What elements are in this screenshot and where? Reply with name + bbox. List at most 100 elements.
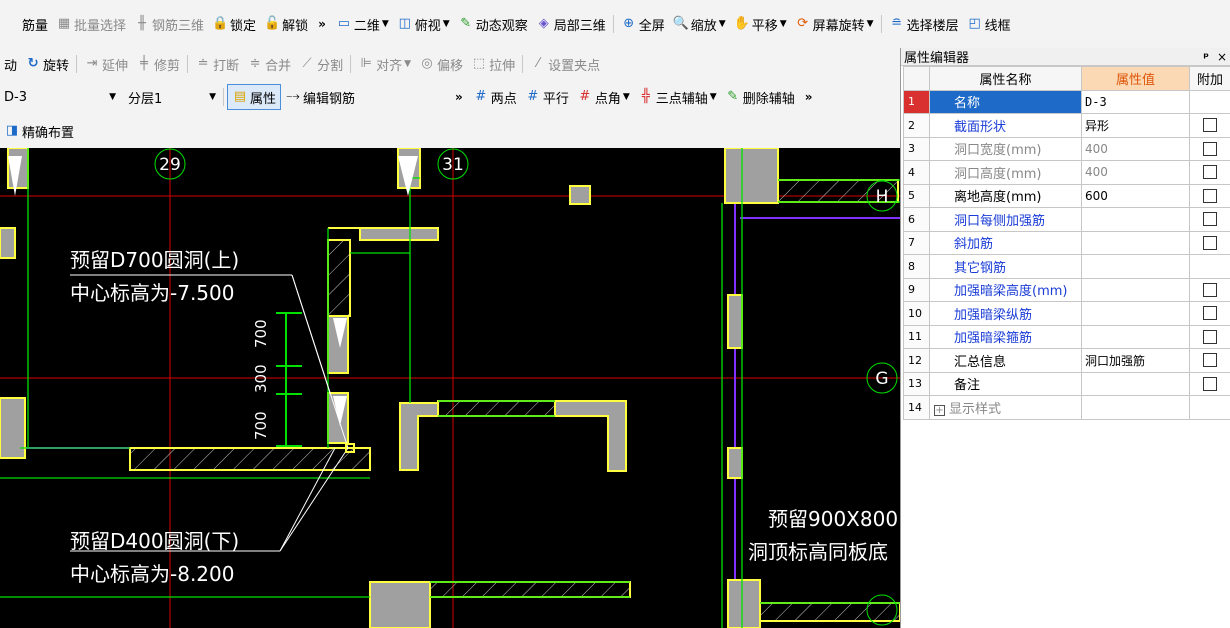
expand-icon[interactable]: + <box>934 404 945 416</box>
property-value[interactable]: 400 <box>1081 136 1190 161</box>
extra-checkbox[interactable] <box>1203 329 1217 344</box>
property-name[interactable]: 汇总信息 <box>929 348 1082 373</box>
extra-checkbox[interactable] <box>1203 353 1217 368</box>
zoom-button[interactable]: 🔍 缩放 ▼ <box>669 11 730 37</box>
extra-checkbox[interactable] <box>1203 282 1217 297</box>
delete-axis-icon: ✎ <box>727 89 739 104</box>
extra-checkbox[interactable] <box>1203 235 1217 250</box>
extra-checkbox[interactable] <box>1203 165 1217 180</box>
lock-button[interactable]: 🔒 锁定 <box>208 11 260 37</box>
rebar-qty-button[interactable]: 筋量 <box>0 11 52 37</box>
property-name[interactable]: 离地高度(mm) <box>929 183 1082 208</box>
toolbar-separator <box>187 55 189 73</box>
property-button[interactable]: ▤ 属性 <box>227 84 282 110</box>
parallel-axis-button[interactable]: # 平行 <box>521 84 573 110</box>
table-row[interactable]: 2 截面形状 异形 <box>903 113 1230 138</box>
table-row[interactable]: 3 洞口宽度(mm) 400 <box>903 136 1230 161</box>
property-value[interactable]: D-3 <box>1081 89 1190 114</box>
property-value[interactable] <box>1081 301 1190 326</box>
leader-lines <box>70 274 349 552</box>
extra-checkbox[interactable] <box>1203 141 1217 156</box>
align-button[interactable]: ⊫ 对齐 ▼ <box>354 51 415 77</box>
property-name[interactable]: 洞口宽度(mm) <box>929 136 1082 161</box>
property-name[interactable]: 名称 <box>929 89 1082 114</box>
table-row[interactable]: 14 + 显示样式 <box>903 395 1230 420</box>
rebar-3d-button[interactable]: ╫ 钢筋三维 <box>130 11 208 37</box>
more-toolbar-button[interactable]: » <box>449 90 469 104</box>
property-value[interactable]: 400 <box>1081 160 1190 185</box>
merge-button[interactable]: ≑ 合并 <box>243 51 295 77</box>
offset-button[interactable]: ◎ 偏移 <box>415 51 467 77</box>
move-button[interactable]: 动 <box>0 51 21 77</box>
batch-select-button[interactable]: ▦ 批量选择 <box>52 11 130 37</box>
delete-axis-button[interactable]: ✎ 删除辅轴 <box>721 84 799 110</box>
property-value[interactable] <box>1081 324 1190 349</box>
set-grip-button[interactable]: ⁄ 设置夹点 <box>526 51 604 77</box>
table-row[interactable]: 4 洞口高度(mm) 400 <box>903 160 1230 185</box>
more-toolbar-button[interactable]: » <box>312 17 332 31</box>
break-button[interactable]: ≐ 打断 <box>191 51 243 77</box>
stretch-button[interactable]: ⬚ 拉伸 <box>467 51 519 77</box>
more-toolbar-button[interactable]: » <box>799 90 819 104</box>
property-name[interactable]: 洞口每侧加强筋 <box>929 207 1082 232</box>
property-name[interactable]: 加强暗梁高度(mm) <box>929 277 1082 302</box>
point-angle-axis-button[interactable]: # 点角 ▼ <box>573 84 634 110</box>
top-view-button[interactable]: ◫ 俯视 ▼ <box>393 11 454 37</box>
split-button[interactable]: ⟋ 分割 <box>295 51 347 77</box>
extra-checkbox[interactable] <box>1203 188 1217 203</box>
property-name[interactable]: 加强暗梁纵筋 <box>929 301 1082 326</box>
unlock-button[interactable]: 🔓 解锁 <box>260 11 312 37</box>
extra-checkbox[interactable] <box>1203 306 1217 321</box>
wireframe-button[interactable]: ◰ 线框 <box>963 11 1015 37</box>
screen-rotate-button[interactable]: ⟳ 屏幕旋转 ▼ <box>791 11 878 37</box>
table-row[interactable]: 9 加强暗梁高度(mm) <box>903 277 1230 302</box>
precise-place-button[interactable]: ◨ 精确布置 <box>0 118 78 144</box>
three-point-axis-button[interactable]: ╬ 三点辅轴 ▼ <box>634 84 721 110</box>
table-row[interactable]: 11 加强暗梁箍筋 <box>903 324 1230 349</box>
fullscreen-button[interactable]: ⊕ 全屏 <box>617 11 669 37</box>
table-row[interactable]: 5 离地高度(mm) 600 <box>903 183 1230 208</box>
two-point-axis-button[interactable]: # 两点 <box>469 84 521 110</box>
extra-checkbox[interactable] <box>1203 118 1217 133</box>
property-name[interactable]: + 显示样式 <box>929 395 1082 420</box>
property-value[interactable] <box>1081 207 1190 232</box>
pan-button[interactable]: ✋ 平移 ▼ <box>730 11 791 37</box>
table-row[interactable]: 7 斜加筋 <box>903 230 1230 255</box>
dropdown-arrow-icon: ▼ <box>718 19 726 29</box>
table-row[interactable]: 13 备注 <box>903 371 1230 396</box>
property-name[interactable]: 截面形状 <box>929 113 1082 138</box>
property-name[interactable]: 备注 <box>929 371 1082 396</box>
rotate-button[interactable]: ↻ 旋转 <box>21 51 73 77</box>
edit-rebar-button[interactable]: ⤍ 编辑钢筋 <box>281 84 359 110</box>
pin-icon[interactable]: ᵖ <box>1203 50 1209 64</box>
table-row[interactable]: 1 名称 D-3 <box>903 89 1230 114</box>
property-value[interactable]: 异形 <box>1081 113 1190 138</box>
close-icon[interactable]: × <box>1217 50 1227 64</box>
local-3d-button[interactable]: ◈ 局部三维 <box>532 11 610 37</box>
layer-select[interactable]: 分层1 ▼ <box>124 85 220 109</box>
table-row[interactable]: 8 其它钢筋 <box>903 254 1230 279</box>
extra-checkbox[interactable] <box>1203 212 1217 227</box>
property-name[interactable]: 加强暗梁箍筋 <box>929 324 1082 349</box>
trim-button[interactable]: ╪ 修剪 <box>132 51 184 77</box>
property-value[interactable]: 洞口加强筋 <box>1081 348 1190 373</box>
property-value[interactable]: 600 <box>1081 183 1190 208</box>
property-value[interactable] <box>1081 277 1190 302</box>
2d-view-button[interactable]: ▭ 二维 ▼ <box>332 11 393 37</box>
property-name[interactable]: 洞口高度(mm) <box>929 160 1082 185</box>
extra-checkbox[interactable] <box>1203 376 1217 391</box>
component-select[interactable]: D-3 ▼ <box>0 85 120 109</box>
drawing-canvas[interactable]: 29 31 H G 预留D700圆洞(上) 中心标高为-7.500 预留D400… <box>0 148 900 628</box>
property-value[interactable] <box>1081 395 1190 420</box>
property-value[interactable] <box>1081 254 1190 279</box>
orbit-button[interactable]: ✎ 动态观察 <box>454 11 532 37</box>
property-name[interactable]: 其它钢筋 <box>929 254 1082 279</box>
extend-button[interactable]: ⇥ 延伸 <box>80 51 132 77</box>
table-row[interactable]: 10 加强暗梁纵筋 <box>903 301 1230 326</box>
table-row[interactable]: 6 洞口每侧加强筋 <box>903 207 1230 232</box>
property-name[interactable]: 斜加筋 <box>929 230 1082 255</box>
select-floor-button[interactable]: ≘ 选择楼层 <box>885 11 963 37</box>
property-value[interactable] <box>1081 371 1190 396</box>
table-row[interactable]: 12 汇总信息 洞口加强筋 <box>903 348 1230 373</box>
property-value[interactable] <box>1081 230 1190 255</box>
